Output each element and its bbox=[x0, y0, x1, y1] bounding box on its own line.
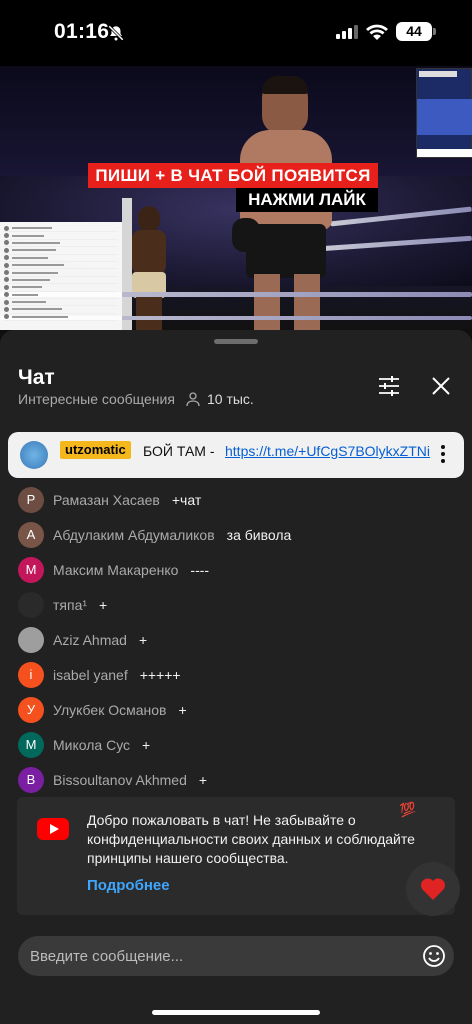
chat-filter-mode[interactable]: Интересные сообщения bbox=[18, 391, 175, 407]
message-body: + bbox=[198, 772, 208, 788]
viewer-count: 10 тыс. bbox=[207, 391, 254, 407]
close-icon[interactable] bbox=[429, 374, 453, 398]
learn-more-link[interactable]: Подробнее bbox=[87, 877, 170, 894]
message-text: Улукбек Османов + bbox=[53, 702, 187, 718]
reaction-heart-button[interactable] bbox=[406, 862, 460, 916]
chat-message[interactable]: Р Рамазан Хасаев +чат bbox=[18, 485, 458, 515]
video-player[interactable]: ПИШИ + В ЧАТ БОЙ ПОЯВИТСЯ НАЖМИ ЛАЙК bbox=[0, 66, 472, 330]
message-body: +++++ bbox=[139, 667, 181, 683]
avatar[interactable]: А bbox=[18, 522, 44, 548]
chat-message[interactable]: А Абдулаким Абдумаликов за бивола bbox=[18, 520, 458, 550]
message-input[interactable] bbox=[30, 944, 390, 968]
more-vert-icon[interactable] bbox=[436, 443, 450, 465]
message-author[interactable]: Aziz Ahmad bbox=[53, 632, 127, 648]
boxer-opponent bbox=[126, 206, 174, 330]
status-time: 01:16 bbox=[54, 20, 110, 43]
message-author[interactable]: Максим Макаренко bbox=[53, 562, 178, 578]
message-text: Максим Макаренко ---- bbox=[53, 562, 209, 578]
message-author[interactable]: Рамазан Хасаев bbox=[53, 492, 160, 508]
home-indicator bbox=[152, 1010, 320, 1015]
wifi-icon bbox=[366, 24, 388, 40]
avatar[interactable]: i bbox=[18, 662, 44, 688]
pinned-text: БОЙ ТАМ - bbox=[143, 443, 215, 459]
battery-cap bbox=[433, 28, 436, 35]
embedded-chat-overlay bbox=[0, 222, 122, 330]
viewers-icon bbox=[186, 392, 200, 407]
message-author[interactable]: Микола Сус bbox=[53, 737, 130, 753]
promo-banner-red: ПИШИ + В ЧАТ БОЙ ПОЯВИТСЯ bbox=[88, 163, 378, 188]
pinned-message[interactable]: utzomatic БОЙ ТАМ - https://t.me/+UfCgS7… bbox=[8, 432, 464, 478]
emoji-icon[interactable] bbox=[422, 944, 446, 968]
message-body: +чат bbox=[171, 492, 202, 508]
avatar[interactable]: У bbox=[18, 697, 44, 723]
message-body: ---- bbox=[190, 562, 210, 578]
message-text: Bissoultanov Akhmed + bbox=[53, 772, 207, 788]
message-body: за бивола bbox=[226, 527, 292, 543]
avatar[interactable]: Р bbox=[18, 487, 44, 513]
message-text: Микола Сус + bbox=[53, 737, 150, 753]
battery-indicator: 44 bbox=[396, 22, 432, 41]
chat-message[interactable]: М Микола Сус + bbox=[18, 730, 458, 760]
pinned-link[interactable]: https://t.me/+UfCgS7BOlykxZTNi bbox=[225, 443, 430, 459]
message-body: + bbox=[99, 597, 108, 613]
chat-message[interactable]: B Bissoultanov Akhmed + bbox=[18, 765, 458, 795]
cellular-signal-icon bbox=[336, 25, 358, 39]
chat-message[interactable]: i isabel yanef +++++ bbox=[18, 660, 458, 690]
promo-banner-black: НАЖМИ ЛАЙК bbox=[236, 188, 378, 212]
message-text: Aziz Ahmad + bbox=[53, 632, 147, 648]
filter-settings-icon[interactable] bbox=[377, 374, 401, 398]
message-body: + bbox=[138, 632, 148, 648]
bell-off-icon bbox=[108, 25, 124, 41]
chat-title: Чат bbox=[18, 366, 55, 389]
message-text: Абдулаким Абдумаликов за бивола bbox=[53, 527, 291, 543]
status-bar: 01:16 44 bbox=[0, 0, 472, 66]
hundred-points-sticker: 💯 bbox=[398, 800, 418, 819]
chat-message[interactable]: тяпа¹ + bbox=[18, 590, 458, 620]
message-body: + bbox=[178, 702, 187, 718]
message-body: + bbox=[142, 737, 151, 753]
chat-message[interactable]: У Улукбек Османов + bbox=[18, 695, 458, 725]
youtube-logo-icon bbox=[37, 818, 69, 840]
avatar[interactable]: М bbox=[18, 732, 44, 758]
message-author[interactable]: isabel yanef bbox=[53, 667, 128, 683]
moderator-author-badge[interactable]: utzomatic bbox=[60, 441, 131, 459]
welcome-notice: Добро пожаловать в чат! Не забывайте о к… bbox=[17, 797, 455, 915]
message-text: Рамазан Хасаев +чат bbox=[53, 492, 201, 508]
avatar[interactable] bbox=[18, 592, 44, 618]
message-text: isabel yanef +++++ bbox=[53, 667, 181, 683]
welcome-text: Добро пожаловать в чат! Не забывайте о к… bbox=[87, 812, 415, 866]
live-chat-panel: Чат Интересные сообщения 10 тыс. utzomat… bbox=[0, 330, 472, 1024]
message-input-bar[interactable] bbox=[18, 936, 454, 976]
chat-message[interactable]: Aziz Ahmad + bbox=[18, 625, 458, 655]
picture-in-picture-video bbox=[416, 68, 472, 158]
avatar[interactable]: B bbox=[18, 767, 44, 793]
message-author[interactable]: Bissoultanov Akhmed bbox=[53, 772, 187, 788]
avatar bbox=[20, 441, 48, 469]
message-author[interactable]: Абдулаким Абдумаликов bbox=[53, 527, 215, 543]
avatar[interactable] bbox=[18, 627, 44, 653]
avatar[interactable]: М bbox=[18, 557, 44, 583]
drag-handle[interactable] bbox=[214, 339, 258, 344]
message-author[interactable]: Улукбек Османов bbox=[53, 702, 166, 718]
message-text: тяпа¹ + bbox=[53, 597, 107, 613]
message-author[interactable]: тяпа¹ bbox=[53, 597, 87, 613]
heart-icon bbox=[420, 878, 446, 900]
chat-message[interactable]: М Максим Макаренко ---- bbox=[18, 555, 458, 585]
